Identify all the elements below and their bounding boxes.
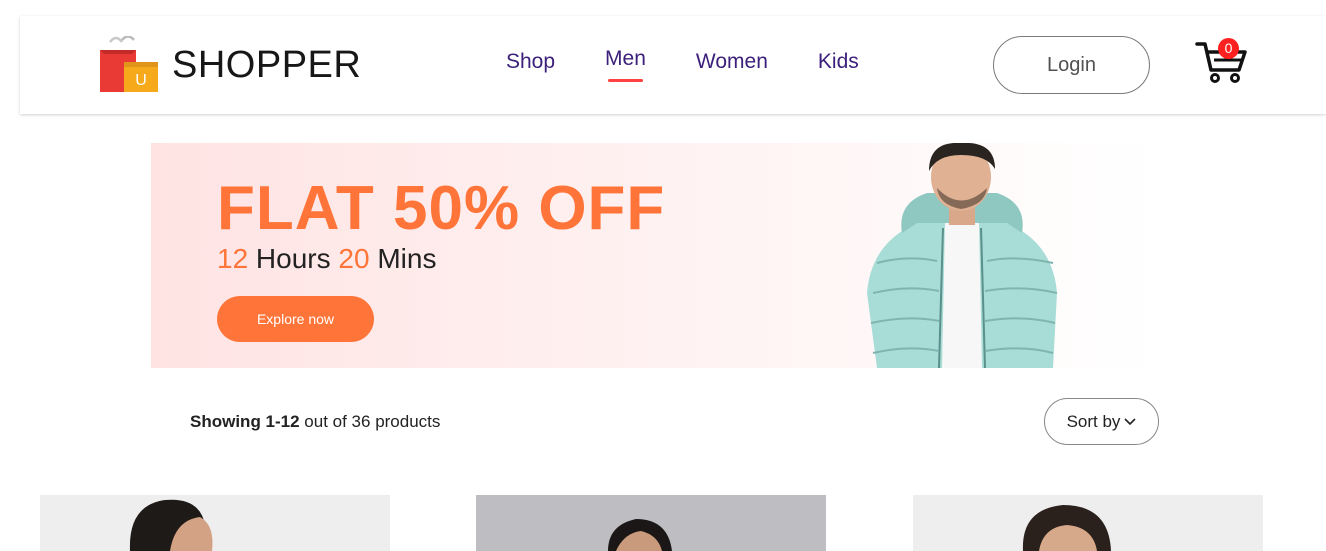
product-range: Showing 1-12	[190, 412, 300, 431]
nav-item-label: Women	[695, 50, 768, 73]
product-image	[40, 495, 390, 551]
countdown-mins: 20	[338, 243, 370, 274]
hero-model-image	[867, 143, 1058, 368]
product-count-text: Showing 1-12 out of 36 products	[190, 412, 440, 432]
nav-item-label: Kids	[817, 50, 859, 73]
product-card[interactable]	[40, 495, 390, 551]
shopping-bag-icon: U	[100, 36, 158, 92]
hero-banner: FLAT 50% OFF 12 Hours 20 Mins Explore no…	[151, 143, 1160, 368]
nav-item-kids[interactable]: Kids	[818, 50, 859, 74]
product-card[interactable]	[913, 495, 1263, 551]
product-image	[913, 495, 1263, 551]
sort-label: Sort by	[1066, 411, 1121, 431]
countdown-mins-label: Mins	[369, 243, 437, 274]
logo-letter: U	[135, 72, 147, 89]
banner-countdown: 12 Hours 20 Mins	[217, 243, 436, 275]
logo[interactable]: U SHOPPER	[100, 36, 361, 94]
nav-menu: Shop Men Women Kids	[506, 47, 909, 82]
product-card[interactable]	[476, 495, 826, 551]
product-total: out of 36 products	[299, 412, 441, 431]
nav-item-women[interactable]: Women	[696, 50, 768, 74]
banner-title: FLAT 50% OFF	[217, 174, 666, 243]
countdown-hours-label: Hours	[248, 243, 339, 274]
nav-item-shop[interactable]: Shop	[506, 50, 555, 74]
brand-name: SHOPPER	[172, 43, 362, 86]
nav-item-label: Men	[605, 47, 646, 70]
chevron-down-icon	[1124, 417, 1136, 425]
nav-item-men[interactable]: Men	[605, 47, 646, 82]
active-nav-underline	[608, 79, 643, 82]
explore-now-button[interactable]: Explore now	[217, 296, 374, 342]
login-button[interactable]: Login	[993, 36, 1150, 94]
countdown-hours: 12	[217, 243, 249, 274]
product-image	[476, 495, 826, 551]
cart-count-badge: 0	[1218, 38, 1239, 59]
nav-item-label: Shop	[506, 50, 556, 73]
navbar: U SHOPPER Shop Men Women Kids Login 0	[20, 16, 1326, 114]
sort-dropdown[interactable]: Sort by	[1044, 398, 1159, 445]
